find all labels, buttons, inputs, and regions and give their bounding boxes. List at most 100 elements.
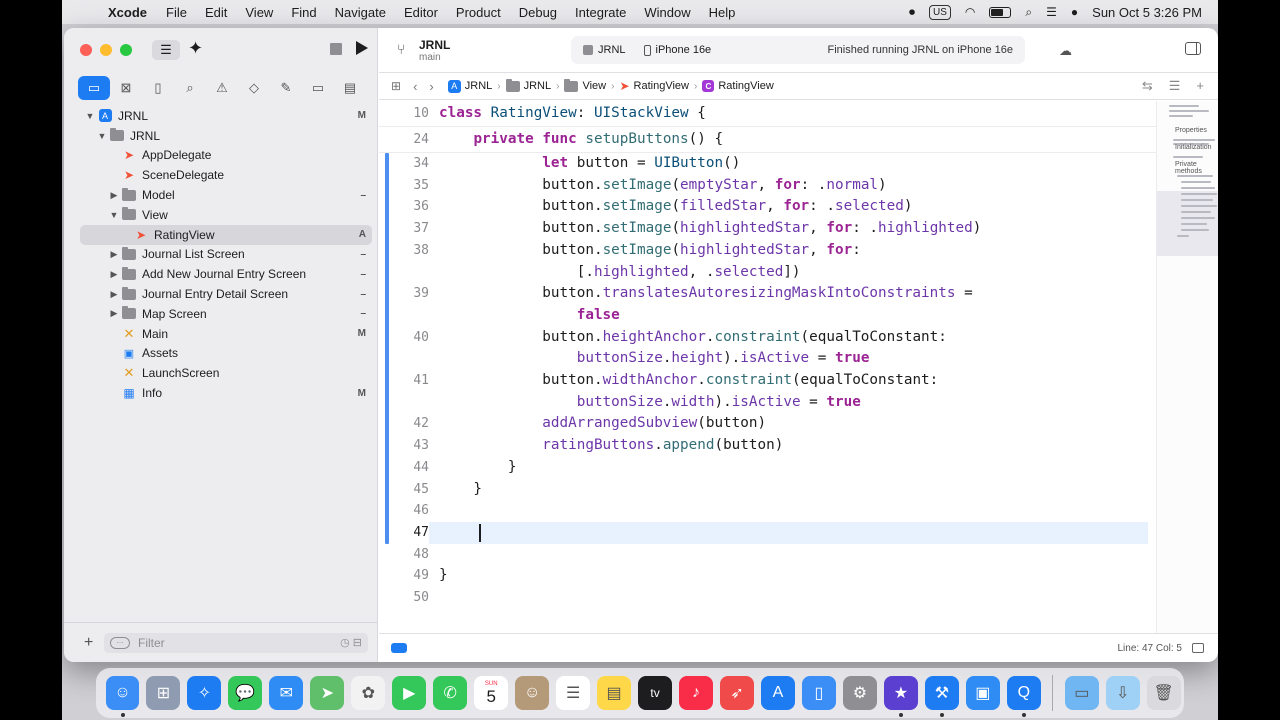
breadcrumb-group[interactable]: JRNL [505,78,551,92]
line-number[interactable]: 39 [379,286,429,301]
project-title[interactable]: JRNL [419,38,450,52]
chevron-down-icon[interactable]: ▼ [108,210,120,220]
tree-item-group[interactable]: ▶ Map Screen – [80,304,372,324]
filter-options-icon[interactable]: ⋯ [110,636,130,649]
menu-editor[interactable]: Editor [404,5,438,20]
tree-item-project[interactable]: ▼ A JRNL M [80,106,372,126]
tree-item-group[interactable]: ▶ Add New Journal Entry Screen – [80,264,372,284]
recent-files-icon[interactable]: ◷ ⊟ [340,636,362,649]
debug-area-icon[interactable] [1192,643,1204,653]
dock-calendar-icon[interactable]: SUN 5 [474,676,509,710]
window-close-button[interactable] [80,44,92,56]
code-line[interactable]: buttonSize.width).isActive = true [439,394,861,410]
code-line[interactable]: } [439,459,517,475]
code-line[interactable]: button.setImage(highlightedStar, for: [439,242,861,258]
dock-mail-icon[interactable]: ✉ [269,676,304,710]
menu-help[interactable]: Help [709,5,736,20]
code-line[interactable]: button.setImage(emptyStar, for: .normal) [439,177,886,193]
dock-simulator-icon[interactable]: ▯ [801,676,836,710]
wifi-icon[interactable]: ◠ [965,5,975,19]
run-destination-selector[interactable]: iPhone 16e [643,44,711,56]
menu-debug[interactable]: Debug [519,5,557,20]
filter-input[interactable]: ⋯ Filter ◷ ⊟ [104,632,368,653]
line-number[interactable]: 37 [379,221,429,236]
chevron-right-icon[interactable]: ▶ [108,249,120,260]
forward-button[interactable]: › [429,79,433,94]
control-center-icon[interactable]: ☰ [1046,5,1057,19]
chevron-right-icon[interactable]: ▶ [108,190,120,201]
editor-options-icon[interactable]: ☰ [1169,78,1181,94]
test-navigator-tab[interactable]: ◇ [238,76,270,100]
chevron-down-icon[interactable]: ▼ [96,131,108,141]
line-number[interactable]: 38 [379,243,429,258]
dock-downloads-folder-icon[interactable]: ▭ [1064,676,1099,710]
tree-item-group[interactable]: ▶ Journal Entry Detail Screen – [80,284,372,304]
tree-item-group[interactable]: ▼ View [80,205,372,225]
dock-app-store-icon[interactable]: A [761,676,795,710]
dock-tv-icon[interactable]: tv [638,676,673,710]
code-line[interactable]: [.highlighted, .selected]) [439,264,801,280]
spotlight-search-icon[interactable]: ⌕ [1025,5,1032,20]
tree-item-group[interactable]: ▶ Journal List Screen – [80,245,372,265]
sticky-scope-header[interactable]: 10 class RatingView: UIStackView { [379,101,1156,127]
siri-icon[interactable]: ● [1071,5,1078,19]
minimap[interactable]: Properties Initialization Private method… [1156,101,1218,633]
line-number[interactable]: 42 [379,416,429,431]
chevron-down-icon[interactable]: ▼ [84,111,96,121]
add-file-button[interactable]: + [84,634,93,652]
code-line[interactable]: ratingButtons.append(button) [439,437,783,453]
line-number[interactable]: 49 [379,568,429,583]
bookmark-navigator-tab[interactable]: ▯ [142,76,174,100]
code-line[interactable]: button.setImage(filledStar, for: .select… [439,198,912,214]
line-number[interactable]: 46 [379,503,429,518]
debug-navigator-tab[interactable]: ✎ [270,76,302,100]
line-number[interactable]: 35 [379,178,429,193]
code-line[interactable]: buttonSize.height).isActive = true [439,350,870,366]
inspector-toggle-button[interactable] [1185,42,1201,55]
breadcrumb-file[interactable]: ➤ RatingView [619,79,689,93]
record-icon[interactable]: ⏺ [909,5,915,20]
input-source-indicator[interactable]: US [929,4,951,20]
tree-item-file[interactable]: ✕ Main M [80,324,372,344]
chevron-right-icon[interactable]: ▶ [108,308,120,319]
navigator-toggle-button[interactable]: ☰ [152,40,180,60]
cloud-icon[interactable]: ☁ [1059,43,1072,59]
source-control-navigator-tab[interactable]: ⊠ [110,76,142,100]
dock-xcode-icon[interactable]: ⚒ [924,676,959,717]
line-number[interactable]: 43 [379,438,429,453]
run-button[interactable] [356,41,368,55]
dock-reminders-icon[interactable]: ☰ [556,676,591,710]
tree-item-group[interactable]: ▼ JRNL [80,126,372,146]
tree-item-file[interactable]: ✕ LaunchScreen [80,363,372,383]
dock-notes-icon[interactable]: ▤ [597,676,632,710]
app-menu[interactable]: Xcode [108,5,147,20]
menu-file[interactable]: File [166,5,187,20]
menu-view[interactable]: View [245,5,273,20]
code-line[interactable]: button.heightAnchor.constraint(equalToCo… [439,329,947,345]
line-number[interactable]: 44 [379,460,429,475]
issue-navigator-tab[interactable]: ⚠ [206,76,238,100]
dock-photos-icon[interactable]: ✿ [351,676,386,710]
window-zoom-button[interactable] [120,44,132,56]
code-line[interactable]: addArrangedSubview(button) [439,415,766,431]
code-line[interactable]: } [439,481,482,497]
menu-product[interactable]: Product [456,5,501,20]
sticky-scope-header[interactable]: 24 private func setupButtons() { [379,127,1156,153]
line-number[interactable]: 47 [379,525,429,540]
add-editor-icon[interactable]: + [1196,78,1204,94]
code-line[interactable]: button.setImage(highlightedStar, for: .h… [439,220,981,236]
line-number[interactable]: 48 [379,547,429,562]
back-button[interactable]: ‹ [413,79,417,94]
menu-window[interactable]: Window [644,5,690,20]
debug-area-toggle[interactable] [391,643,407,653]
line-number[interactable]: 45 [379,482,429,497]
breadcrumb-project[interactable]: A JRNL [447,79,492,93]
code-line[interactable]: false [439,307,620,323]
dock-finder-icon[interactable]: ☺ [105,676,140,717]
line-number[interactable]: 41 [379,373,429,388]
dock-imovie-icon[interactable]: ★ [883,676,918,717]
code-review-icon[interactable]: ⇆ [1142,78,1153,94]
line-number[interactable]: 34 [379,156,429,171]
source-editor[interactable]: 34 let button = UIButton() 35 button.setI… [379,101,1156,633]
dock-downloads-stack-icon[interactable]: ⇩ [1105,676,1140,710]
